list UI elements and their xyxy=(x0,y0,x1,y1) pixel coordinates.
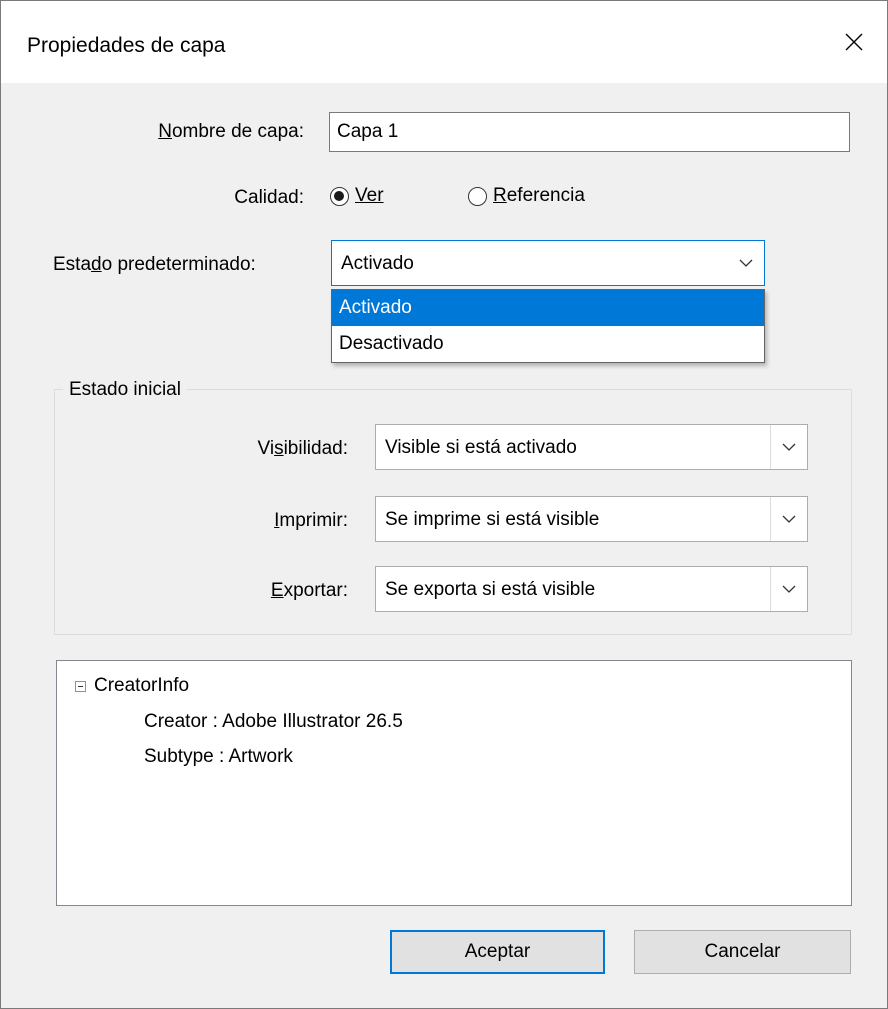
layer-properties-dialog: Propiedades de capa Nombre de capa: Capa… xyxy=(0,0,888,1009)
layer-name-value: Capa 1 xyxy=(337,121,399,142)
visibility-select[interactable]: Visible si está activado xyxy=(375,424,808,470)
default-state-value: Activado xyxy=(341,253,414,274)
initial-state-title: Estado inicial xyxy=(63,378,187,402)
tree-child-item[interactable]: Creator : Adobe Illustrator 26.5 xyxy=(144,710,403,734)
radio-reference-label: Referencia xyxy=(493,185,585,206)
default-state-dropdown-list: Activado Desactivado xyxy=(331,289,765,363)
chevron-down-icon xyxy=(782,443,796,451)
visibility-dropdown-arrow[interactable] xyxy=(770,425,807,469)
title-bar: Propiedades de capa xyxy=(1,1,887,83)
radio-view-indicator xyxy=(330,186,349,206)
close-button[interactable] xyxy=(821,1,887,83)
export-select[interactable]: Se exporta si está visible xyxy=(375,566,808,612)
print-dropdown-arrow[interactable] xyxy=(770,497,807,541)
dropdown-option-deactivated[interactable]: Desactivado xyxy=(332,326,764,362)
radio-view[interactable]: Ver xyxy=(330,185,384,207)
export-value: Se exporta si está visible xyxy=(385,579,596,600)
export-dropdown-arrow[interactable] xyxy=(770,567,807,611)
print-value: Se imprime si está visible xyxy=(385,509,600,530)
dialog-title: Propiedades de capa xyxy=(27,34,226,57)
close-icon xyxy=(845,33,863,51)
visibility-value: Visible si está activado xyxy=(385,437,577,458)
tree-root-item[interactable]: CreatorInfo xyxy=(94,674,189,698)
dropdown-option-activated[interactable]: Activado xyxy=(332,290,764,326)
default-state-dropdown-arrow[interactable] xyxy=(728,241,764,285)
radio-reference-indicator xyxy=(468,186,487,206)
tree-collapse-icon[interactable] xyxy=(75,681,86,692)
quality-label: Calidad: xyxy=(234,187,304,208)
creator-info-tree[interactable]: CreatorInfo Creator : Adobe Illustrator … xyxy=(56,660,852,906)
cancel-button[interactable]: Cancelar xyxy=(634,930,851,974)
print-select[interactable]: Se imprime si está visible xyxy=(375,496,808,542)
ok-button[interactable]: Aceptar xyxy=(390,930,605,974)
export-label: Exportar: xyxy=(270,580,348,601)
default-state-select[interactable]: Activado xyxy=(331,240,765,286)
chevron-down-icon xyxy=(782,585,796,593)
visibility-label: Visibilidad: xyxy=(257,438,349,459)
tree-child-item[interactable]: Subtype : Artwork xyxy=(144,745,293,769)
default-state-label: Estado predeterminado: xyxy=(53,254,256,275)
layer-name-input[interactable]: Capa 1 xyxy=(329,112,850,152)
chevron-down-icon xyxy=(782,515,796,523)
print-label: Imprimir: xyxy=(274,510,348,531)
layer-name-label: Nombre de capa: xyxy=(158,121,304,142)
radio-reference[interactable]: Referencia xyxy=(468,185,585,207)
chevron-down-icon xyxy=(739,259,753,267)
radio-view-label: Ver xyxy=(355,185,384,206)
